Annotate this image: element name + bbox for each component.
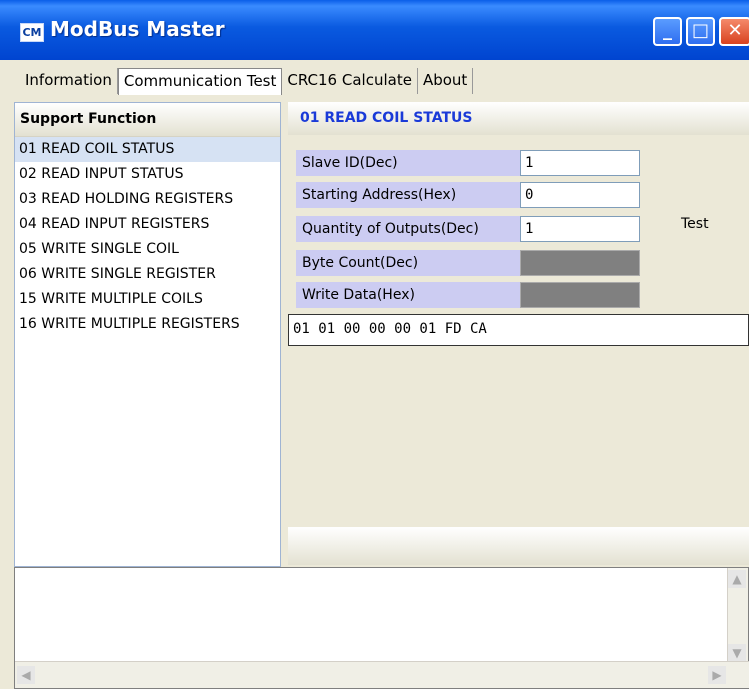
status-bar <box>288 527 749 565</box>
function-item-05[interactable]: 05 WRITE SINGLE COIL <box>15 237 280 262</box>
tab-about[interactable]: About <box>418 68 474 94</box>
function-item-03[interactable]: 03 READ HOLDING REGISTERS <box>15 187 280 212</box>
horizontal-scrollbar[interactable]: ◀ ▶ <box>15 661 749 688</box>
minimize-icon: _ <box>663 20 672 41</box>
vertical-scrollbar[interactable]: ▲ ▼ <box>727 568 748 662</box>
scroll-left-icon[interactable]: ◀ <box>17 666 35 684</box>
byte-count-input <box>520 250 640 276</box>
write-data-label: Write Data(Hex) <box>296 282 520 308</box>
quantity-outputs-input[interactable]: 1 <box>520 216 640 242</box>
function-title: 01 READ COIL STATUS <box>288 102 749 135</box>
minimize-button[interactable]: _ <box>653 17 682 46</box>
title-bar: CM ModBus Master _ □ ✕ <box>0 0 749 60</box>
starting-address-input[interactable]: 0 <box>520 182 640 208</box>
tab-communication-test[interactable]: Communication Test <box>117 68 283 95</box>
byte-count-label: Byte Count(Dec) <box>296 250 520 276</box>
log-textarea[interactable]: ▲ ▼ ◀ ▶ <box>14 567 749 689</box>
support-function-panel: Support Function 01 READ COIL STATUS 02 … <box>14 102 281 567</box>
app-icon: CM <box>20 23 44 42</box>
scroll-up-icon[interactable]: ▲ <box>728 570 746 588</box>
frame-output: 01 01 00 00 00 01 FD CA <box>288 314 749 346</box>
close-button[interactable]: ✕ <box>719 17 749 46</box>
function-item-15[interactable]: 15 WRITE MULTIPLE COILS <box>15 287 280 312</box>
tab-crc16-calculate[interactable]: CRC16 Calculate <box>282 68 418 94</box>
slave-id-label: Slave ID(Dec) <box>296 150 520 176</box>
window-title: ModBus Master <box>50 17 225 41</box>
close-icon: ✕ <box>727 20 743 41</box>
scroll-right-icon[interactable]: ▶ <box>708 666 726 684</box>
maximize-button[interactable]: □ <box>686 17 715 46</box>
function-item-04[interactable]: 04 READ INPUT REGISTERS <box>15 212 280 237</box>
function-detail-panel: 01 READ COIL STATUS Slave ID(Dec) 1 Star… <box>288 102 749 567</box>
test-button[interactable]: Test <box>681 216 709 232</box>
support-function-header: Support Function <box>15 103 280 137</box>
scroll-down-icon[interactable]: ▼ <box>728 644 746 662</box>
tab-bar: Information Communication Test CRC16 Cal… <box>20 68 474 96</box>
quantity-outputs-label: Quantity of Outputs(Dec) <box>296 216 520 242</box>
slave-id-input[interactable]: 1 <box>520 150 640 176</box>
tab-information[interactable]: Information <box>20 68 118 94</box>
function-item-01[interactable]: 01 READ COIL STATUS <box>15 137 280 162</box>
function-item-02[interactable]: 02 READ INPUT STATUS <box>15 162 280 187</box>
function-item-16[interactable]: 16 WRITE MULTIPLE REGISTERS <box>15 312 280 337</box>
maximize-icon: □ <box>691 20 709 41</box>
function-item-06[interactable]: 06 WRITE SINGLE REGISTER <box>15 262 280 287</box>
starting-address-label: Starting Address(Hex) <box>296 182 520 208</box>
write-data-input <box>520 282 640 308</box>
